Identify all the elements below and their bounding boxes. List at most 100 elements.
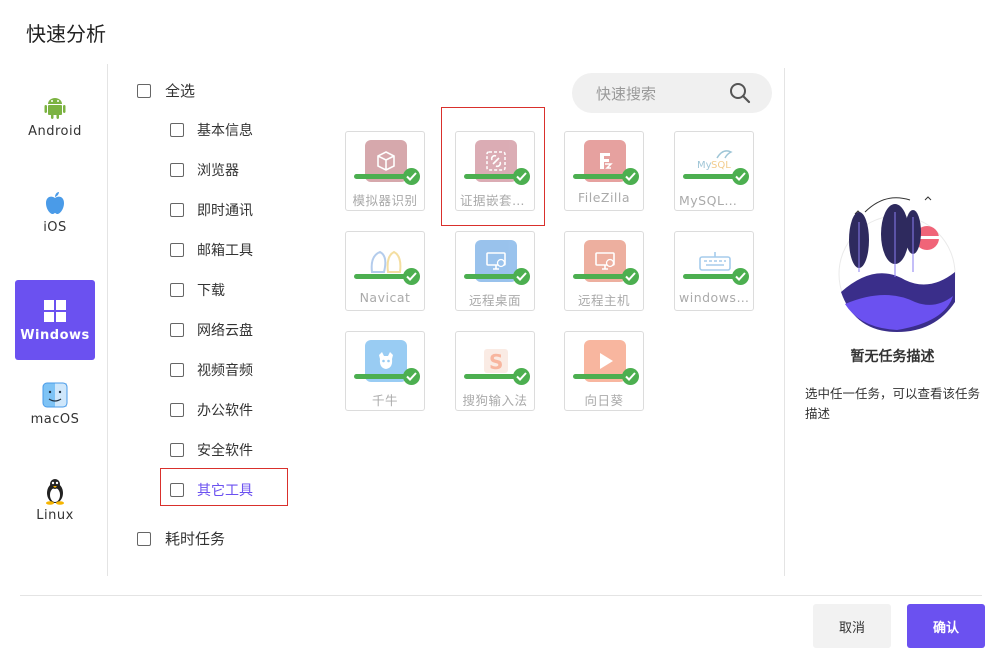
category-item[interactable]: 邮箱工具 xyxy=(170,240,253,260)
search-input[interactable]: 快速搜索 xyxy=(596,83,720,104)
tool-tile[interactable]: 模拟器识别 xyxy=(345,131,425,211)
tux-icon xyxy=(42,478,68,505)
os-label: iOS xyxy=(43,219,67,235)
tool-tile[interactable]: Navicat xyxy=(345,231,425,311)
highlight-box xyxy=(441,107,545,226)
category-label: 基本信息 xyxy=(197,123,253,139)
progress-bar xyxy=(354,374,408,379)
tool-tile[interactable]: 向日葵 xyxy=(564,331,644,411)
svg-text:S: S xyxy=(489,350,503,374)
svg-text:My: My xyxy=(697,160,712,171)
checkbox[interactable] xyxy=(137,83,151,98)
tool-name: 远程桌面 xyxy=(468,293,521,308)
progress-bar xyxy=(354,274,408,279)
category-item[interactable]: 下载 xyxy=(170,280,225,300)
time-task-checkbox[interactable]: 耗时任务 xyxy=(137,528,225,549)
check-icon xyxy=(403,168,420,185)
category-label: 安全软件 xyxy=(197,443,253,459)
checkbox[interactable] xyxy=(170,363,184,377)
empty-description: 选中任一任务，可以查看该任务描述 xyxy=(805,386,981,421)
tool-name: 模拟器识别 xyxy=(352,193,418,208)
os-tab-linux[interactable]: Linux xyxy=(15,460,95,540)
checkbox[interactable] xyxy=(170,283,184,297)
tool-tile[interactable]: FileZilla xyxy=(564,131,644,211)
empty-title: 暂无任务描述 xyxy=(850,349,935,365)
category-item[interactable]: 浏览器 xyxy=(170,160,239,180)
os-label: Android xyxy=(28,123,82,139)
category-label: 办公软件 xyxy=(197,403,253,419)
search-icon[interactable] xyxy=(720,73,760,113)
tool-tile[interactable]: 远程主机 xyxy=(564,231,644,311)
os-tab-android[interactable]: Android xyxy=(15,76,95,156)
os-label: Linux xyxy=(36,507,74,523)
os-tab-macos[interactable]: macOS xyxy=(15,364,95,444)
checkbox[interactable] xyxy=(137,531,151,546)
progress-bar xyxy=(464,374,518,379)
progress-bar xyxy=(354,174,408,179)
check-icon xyxy=(732,268,749,285)
checkbox[interactable] xyxy=(170,243,184,257)
tool-name: Navicat xyxy=(359,290,411,305)
tool-tile[interactable]: 远程桌面 xyxy=(455,231,535,311)
footer-divider xyxy=(20,595,982,596)
select-all-checkbox[interactable]: 全选 xyxy=(137,80,195,101)
progress-bar xyxy=(573,374,627,379)
category-label: 浏览器 xyxy=(197,163,239,179)
category-item[interactable]: 网络云盘 xyxy=(170,320,253,340)
pane-divider xyxy=(784,68,785,576)
progress-bar xyxy=(683,174,737,179)
check-icon xyxy=(732,168,749,185)
progress-bar xyxy=(573,274,627,279)
category-label: 视频音频 xyxy=(197,363,253,379)
windows-icon xyxy=(42,298,68,324)
check-icon xyxy=(622,368,639,385)
checkbox[interactable] xyxy=(170,323,184,337)
progress-bar xyxy=(683,274,737,279)
tool-name: MySQL解析 xyxy=(679,193,751,208)
category-label: 下载 xyxy=(197,283,225,299)
tool-name: 向日葵 xyxy=(584,393,624,408)
confirm-button[interactable]: 确认 xyxy=(907,604,985,648)
time-task-label: 耗时任务 xyxy=(165,530,226,548)
select-all-label: 全选 xyxy=(165,82,196,100)
progress-bar xyxy=(464,274,518,279)
highlight-box xyxy=(160,468,288,506)
checkbox[interactable] xyxy=(170,443,184,457)
category-item[interactable]: 视频音频 xyxy=(170,360,253,380)
check-icon xyxy=(403,268,420,285)
category-label: 网络云盘 xyxy=(197,323,253,339)
progress-bar xyxy=(573,174,627,179)
check-icon xyxy=(513,368,530,385)
checkbox[interactable] xyxy=(170,203,184,217)
checkbox[interactable] xyxy=(170,403,184,417)
tool-tile[interactable]: S 搜狗输入法 xyxy=(455,331,535,411)
category-item[interactable]: 基本信息 xyxy=(170,120,253,140)
checkbox[interactable] xyxy=(170,123,184,137)
dialog-title: 快速分析 xyxy=(26,22,106,46)
os-sidebar: Android iOS Windows macOS Linux xyxy=(0,64,108,576)
checkbox[interactable] xyxy=(170,163,184,177)
os-label: Windows xyxy=(20,327,90,343)
category-item[interactable]: 办公软件 xyxy=(170,400,253,420)
android-icon xyxy=(42,94,68,120)
os-tab-ios[interactable]: iOS xyxy=(15,172,95,252)
empty-illustration xyxy=(835,192,960,333)
tool-name: 远程主机 xyxy=(577,293,630,308)
tool-tile[interactable]: 千牛 xyxy=(345,331,425,411)
tool-name: windows... xyxy=(679,290,750,305)
search-box[interactable]: 快速搜索 xyxy=(572,73,772,113)
check-icon xyxy=(403,368,420,385)
tool-tile[interactable]: windows... xyxy=(674,231,754,311)
check-icon xyxy=(622,268,639,285)
check-icon xyxy=(513,268,530,285)
check-icon xyxy=(622,168,639,185)
category-item[interactable]: 安全软件 xyxy=(170,440,253,460)
tool-tile[interactable]: My SQL MySQL解析 xyxy=(674,131,754,211)
svg-text:SQL: SQL xyxy=(711,160,731,171)
cancel-button[interactable]: 取消 xyxy=(813,604,891,648)
tool-name: FileZilla xyxy=(577,190,631,205)
apple-icon xyxy=(42,190,68,216)
category-label: 即时通讯 xyxy=(197,203,253,219)
category-item[interactable]: 即时通讯 xyxy=(170,200,253,220)
os-tab-windows[interactable]: Windows xyxy=(15,280,95,360)
